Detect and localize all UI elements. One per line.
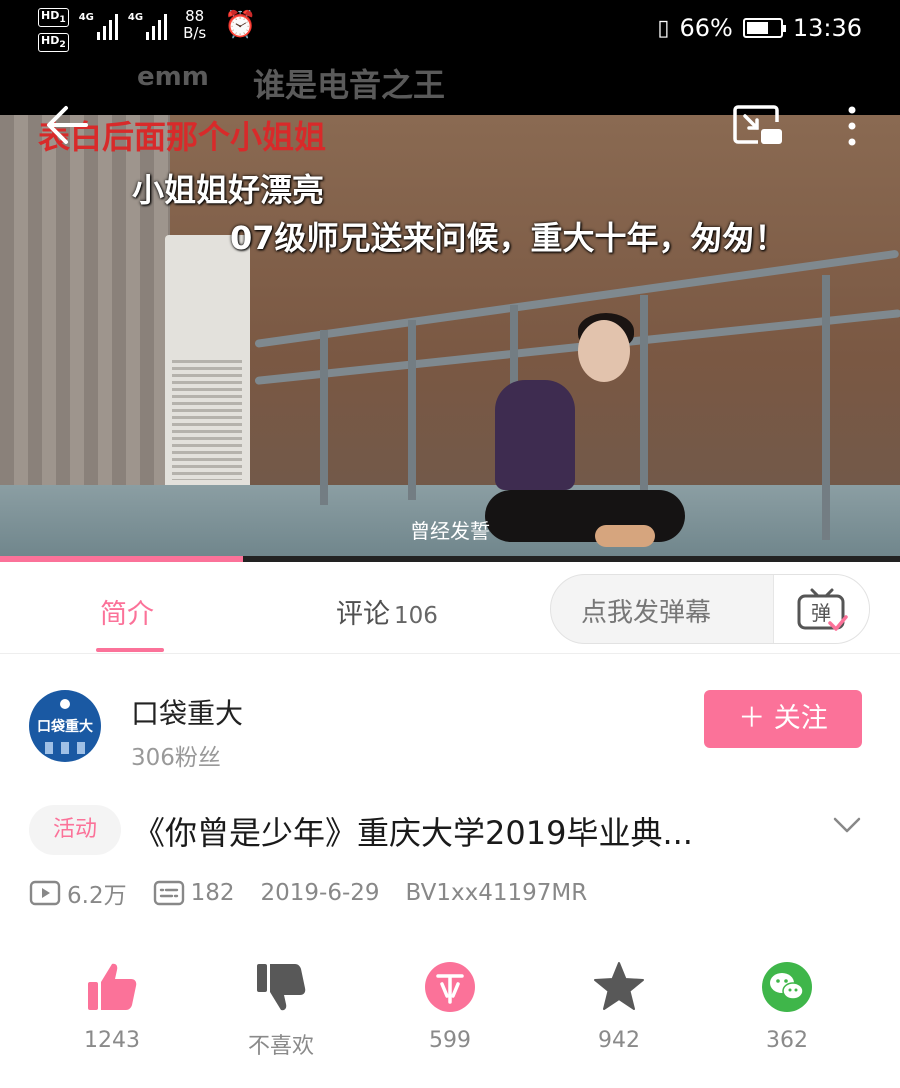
tab-indicator [96, 648, 164, 652]
star-icon [594, 962, 644, 1010]
vibrate-icon: ▯ [657, 15, 670, 41]
network-speed: 88 B/s [183, 7, 207, 42]
barre-post [408, 320, 416, 500]
status-right: ▯ 66% 13:36 [657, 14, 862, 42]
status-left: HD1 HD2 4G 4G 88 B/s ⏰ [38, 7, 257, 53]
follow-button[interactable]: ＋ 关注 [704, 690, 862, 748]
avatar-text: 口袋重大 [37, 719, 93, 735]
avatar[interactable]: 口袋重大 [29, 690, 101, 762]
danmaku-comment: 07级师兄送来问候，重大十年，匆匆！ [230, 219, 787, 257]
battery-percent: 66% [679, 14, 733, 42]
signal2-icon: 4G [128, 8, 168, 40]
more-icon[interactable] [840, 102, 864, 150]
video-player[interactable]: emm 谁是电音之王 表白后面那个小姐姐 小姐姐好漂亮 07级师兄送来问候，重大… [0, 60, 900, 560]
tab-comments-label: 评论 [336, 599, 390, 630]
coin-count: 599 [429, 1028, 471, 1053]
view-count: 6.2万 [29, 876, 127, 910]
cast-icon[interactable] [732, 104, 784, 148]
dislike-button[interactable]: 不喜欢 [221, 960, 341, 1060]
hd1-badge: HD1 [38, 8, 69, 28]
dislike-label: 不喜欢 [247, 1034, 314, 1059]
svg-text:弹: 弹 [811, 601, 831, 625]
barre-post [822, 275, 830, 540]
like-count: 1243 [84, 1028, 140, 1053]
tv-icon: 弹 [797, 588, 848, 631]
clock: 13:36 [792, 14, 862, 42]
danmaku-comment: 谁是电音之王 [253, 66, 446, 104]
like-button[interactable]: 1243 [52, 960, 172, 1053]
video-title: 《你曾是少年》重庆大学2019毕业典... [133, 814, 693, 852]
hd2-badge: HD2 [38, 33, 69, 53]
favorite-count: 942 [598, 1028, 640, 1053]
dancer-head [578, 320, 630, 382]
uploader-name[interactable]: 口袋重大 [131, 692, 243, 732]
tab-intro[interactable]: 简介 [100, 592, 154, 631]
thumbs-up-icon [88, 963, 137, 1010]
battery-icon [742, 18, 786, 38]
back-icon[interactable] [44, 102, 90, 148]
danmaku-input-placeholder: 点我发弹幕 [581, 598, 712, 628]
hd-indicators: HD1 HD2 [38, 8, 69, 53]
danmaku-input[interactable]: 点我发弹幕 弹 [550, 574, 870, 644]
share-count: 362 [766, 1028, 808, 1053]
signal1-icon: 4G [79, 8, 118, 40]
barre-post [320, 330, 328, 505]
alarm-icon: ⏰ [224, 10, 257, 40]
tab-bar: 简介 评论 106 点我发弹幕 弹 [0, 562, 900, 654]
dancer-body [495, 380, 575, 490]
wechat-icon [762, 962, 812, 1012]
danmaku-count-icon [153, 880, 184, 906]
air-conditioner-grill [172, 360, 242, 480]
app-screen: HD1 HD2 4G 4G 88 B/s ⏰ ▯ 66% 13:36 emm 谁… [0, 0, 900, 1088]
danmaku-count: 182 [153, 879, 234, 907]
comment-count: 106 [394, 603, 438, 629]
favorite-button[interactable]: 942 [559, 960, 679, 1053]
uploader-fans: 306粉丝 [131, 745, 221, 771]
share-button[interactable]: 362 [727, 960, 847, 1053]
video-meta: 6.2万 182 2019-6-29 BV1xx41197MR [29, 876, 613, 910]
danmaku-comment: emm [137, 62, 209, 92]
thumbs-down-icon [257, 964, 306, 1011]
barre-post [640, 295, 648, 495]
tab-comments[interactable]: 评论 106 [336, 592, 438, 631]
chevron-down-icon[interactable] [832, 815, 862, 835]
bvid: BV1xx41197MR [405, 880, 588, 906]
status-bar: HD1 HD2 4G 4G 88 B/s ⏰ ▯ 66% 13:36 [0, 0, 900, 60]
coin-icon [425, 962, 475, 1012]
send-danmaku-button[interactable]: 弹 [773, 575, 869, 643]
ballet-barre [254, 249, 900, 348]
play-count-icon [29, 880, 61, 906]
danmaku-comment: 小姐姐好漂亮 [132, 171, 325, 209]
video-subtitle: 曾经发誓 [410, 519, 490, 543]
coin-button[interactable]: 599 [390, 960, 510, 1053]
publish-date: 2019-6-29 [260, 880, 380, 906]
activity-tag[interactable]: 活动 [29, 805, 121, 855]
